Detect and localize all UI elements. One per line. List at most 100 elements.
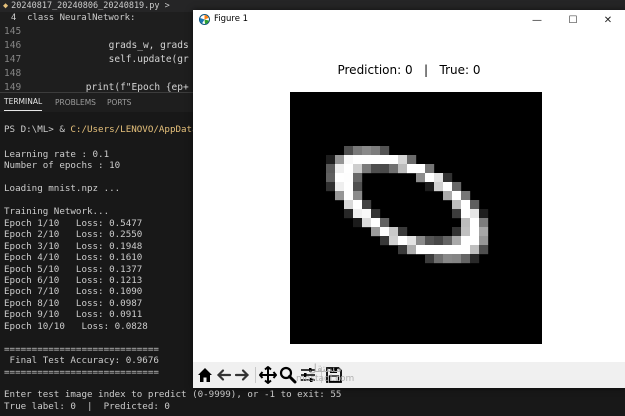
digit-pixel bbox=[344, 155, 354, 165]
digit-pixel bbox=[344, 182, 354, 192]
digit-pixel bbox=[335, 173, 345, 183]
digit-pixel bbox=[362, 200, 372, 210]
digit-pixel bbox=[335, 155, 345, 165]
terminal-line: Loading mnist.npz ... bbox=[4, 183, 121, 195]
digit-pixel bbox=[380, 164, 390, 174]
zoom-icon[interactable] bbox=[278, 365, 298, 385]
maximize-button[interactable]: ☐ bbox=[557, 11, 589, 31]
terminal-line: Epoch 3/10 Loss: 0.1948 bbox=[4, 240, 143, 252]
tab-terminal[interactable]: TERMINAL bbox=[4, 93, 43, 111]
digit-pixel bbox=[353, 182, 363, 192]
digit-pixel bbox=[353, 146, 363, 156]
terminal-line: ============================ bbox=[4, 366, 159, 378]
terminal-line: Enter test image index to predict (0-999… bbox=[4, 389, 342, 401]
terminal-line: Epoch 9/10 Loss: 0.0911 bbox=[4, 309, 143, 321]
terminal-line: Number of epochs : 10 bbox=[4, 160, 121, 172]
terminal-line: Epoch 6/10 Loss: 0.1213 bbox=[4, 274, 143, 286]
digit-pixel bbox=[389, 164, 399, 174]
digit-pixel bbox=[470, 236, 480, 246]
digit-pixel bbox=[398, 164, 408, 174]
watermark-url: mostaql.com bbox=[296, 374, 355, 384]
digit-pixel bbox=[425, 254, 435, 264]
digit-pixel bbox=[335, 191, 345, 201]
digit-pixel bbox=[380, 227, 390, 237]
digit-pixel bbox=[380, 236, 390, 246]
digit-pixel bbox=[479, 227, 489, 237]
digit-pixel bbox=[353, 173, 363, 183]
terminal-line: Final Test Accuracy: 0.9676 bbox=[4, 355, 159, 367]
digit-pixel bbox=[398, 236, 408, 246]
digit-pixel bbox=[452, 209, 462, 219]
digit-pixel bbox=[461, 218, 471, 228]
digit-pixel bbox=[461, 245, 471, 255]
editor-tab-label[interactable]: 20240817_20240806_20240819.py > bbox=[11, 1, 170, 11]
digit-pixel bbox=[479, 209, 489, 219]
digit-pixel bbox=[371, 164, 381, 174]
digit-pixel bbox=[353, 155, 363, 165]
digit-pixel bbox=[416, 245, 426, 255]
digit-pixel bbox=[434, 245, 444, 255]
code-text: grads_w, grads bbox=[40, 40, 189, 51]
digit-pixel bbox=[461, 236, 471, 246]
digit-pixel bbox=[452, 254, 462, 264]
forward-arrow-icon[interactable] bbox=[232, 365, 252, 385]
mnist-digit-image bbox=[290, 92, 542, 344]
terminal-line: Epoch 4/10 Loss: 0.1610 bbox=[4, 252, 143, 264]
digit-pixel bbox=[416, 236, 426, 246]
digit-pixel bbox=[407, 236, 417, 246]
digit-pixel bbox=[326, 182, 336, 192]
tab-ports[interactable]: PORTS bbox=[107, 93, 131, 113]
digit-pixel bbox=[344, 173, 354, 183]
digit-pixel bbox=[398, 245, 408, 255]
digit-pixel bbox=[452, 191, 462, 201]
toolbar-separator bbox=[255, 367, 256, 383]
digit-pixel bbox=[416, 164, 426, 174]
terminal-line: Epoch 7/10 Loss: 0.1090 bbox=[4, 286, 143, 298]
close-button[interactable]: ✕ bbox=[592, 11, 624, 31]
digit-pixel bbox=[479, 245, 489, 255]
minimize-button[interactable]: — bbox=[521, 11, 553, 31]
back-arrow-icon[interactable] bbox=[214, 365, 234, 385]
plot-area[interactable]: Prediction: 0 | True: 0 bbox=[193, 32, 625, 362]
digit-pixel bbox=[443, 173, 453, 183]
digit-pixel bbox=[479, 218, 489, 228]
matplotlib-icon bbox=[199, 14, 210, 25]
digit-pixel bbox=[434, 236, 444, 246]
digit-pixel bbox=[398, 227, 408, 237]
figure-window: Figure 1 — ☐ ✕ Prediction: 0 | True: 0 bbox=[193, 10, 625, 388]
digit-pixel bbox=[362, 209, 372, 219]
plot-title: Prediction: 0 | True: 0 bbox=[337, 63, 481, 77]
window-titlebar[interactable]: Figure 1 — ☐ ✕ bbox=[193, 10, 625, 32]
line-number: 146 bbox=[4, 40, 22, 51]
terminal-line: Training Network... bbox=[4, 206, 110, 218]
digit-pixel bbox=[434, 173, 444, 183]
home-icon[interactable] bbox=[195, 365, 215, 385]
pan-icon[interactable] bbox=[258, 365, 278, 385]
digit-pixel bbox=[461, 209, 471, 219]
digit-pixel bbox=[452, 236, 462, 246]
digit-pixel bbox=[434, 182, 444, 192]
digit-pixel bbox=[362, 155, 372, 165]
digit-pixel bbox=[443, 236, 453, 246]
digit-pixel bbox=[470, 254, 480, 264]
digit-pixel bbox=[371, 155, 381, 165]
digit-pixel bbox=[353, 218, 363, 228]
digit-pixel bbox=[416, 173, 426, 183]
digit-pixel bbox=[443, 191, 453, 201]
terminal-line: Learning rate : 0.1 bbox=[4, 149, 110, 160]
digit-pixel bbox=[326, 164, 336, 174]
terminal-line: Epoch 10/10 Loss: 0.0828 bbox=[4, 320, 148, 332]
tab-problems[interactable]: PROBLEMS bbox=[55, 93, 96, 113]
terminal-line: Epoch 5/10 Loss: 0.1377 bbox=[4, 263, 143, 275]
digit-pixel bbox=[353, 164, 363, 174]
digit-pixel bbox=[407, 164, 417, 174]
digit-pixel bbox=[380, 218, 390, 228]
digit-pixel bbox=[407, 155, 417, 165]
python-file-icon: ◆ bbox=[3, 1, 9, 11]
digit-pixel bbox=[380, 155, 390, 165]
terminal-line: Epoch 2/10 Loss: 0.2550 bbox=[4, 229, 143, 241]
digit-pixel bbox=[344, 200, 354, 210]
digit-pixel bbox=[398, 155, 408, 165]
digit-pixel bbox=[362, 164, 372, 174]
terminal-line: True label: 0 | Predicted: 0 bbox=[4, 400, 170, 412]
